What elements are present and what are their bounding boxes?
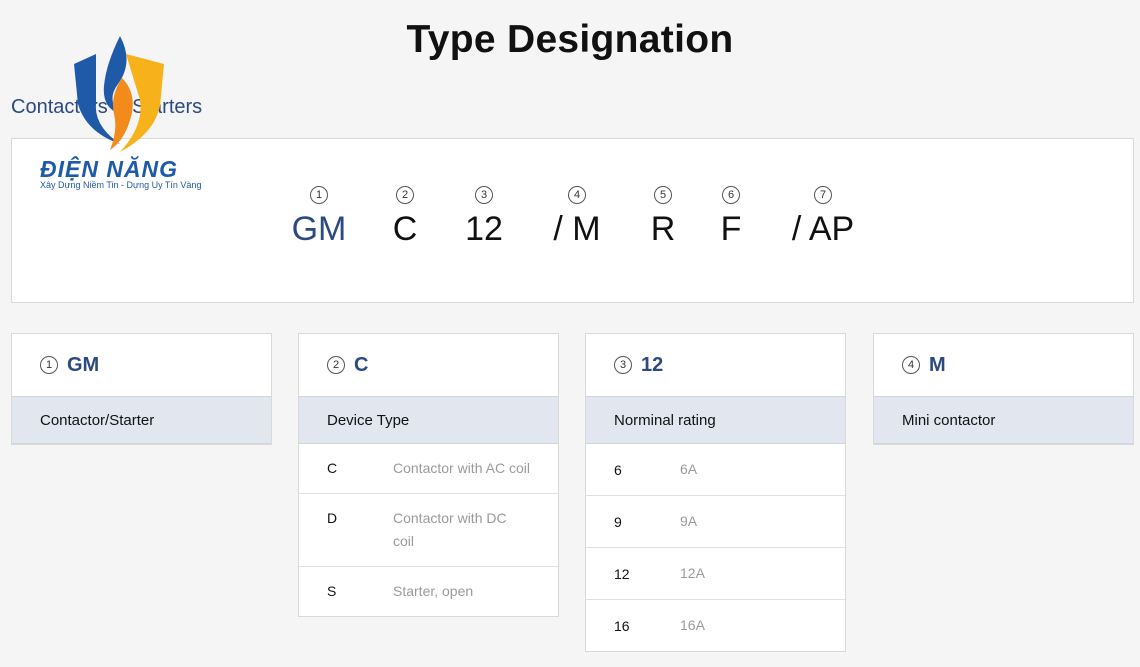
card-subtitle: Mini contactor [874, 396, 1133, 444]
card-header: 1 GM [12, 334, 271, 396]
row-value: Contactor with DC coil [393, 510, 507, 549]
card-m: 4 M Mini contactor [873, 333, 1134, 445]
row-value: Starter, open [393, 583, 474, 599]
row-key: 6 [614, 461, 622, 478]
card-subtitle: Contactor/Starter [12, 396, 271, 444]
dien-nang-logo: ĐIỆN NĂNG Xây Dựng Niềm Tin - Dựng Uy Tí… [36, 34, 206, 194]
segment-number: 1 [310, 186, 328, 204]
designation-segment-3: 3 12 [459, 185, 509, 249]
card-code: M [929, 353, 946, 376]
card-12: 3 12 Norminal rating 6 6A 9 9A 12 12A 16… [585, 333, 846, 652]
logo-brand: ĐIỆN NĂNG [40, 156, 179, 182]
card-code: GM [67, 353, 100, 376]
segment-code: R [650, 210, 676, 248]
table-row: 16 16A [586, 600, 845, 651]
card-subtitle: Device Type [299, 396, 558, 444]
row-key: S [327, 583, 337, 599]
segment-number: 7 [814, 186, 832, 204]
card-header: 4 M [874, 334, 1133, 396]
shield-flame-icon [74, 36, 164, 152]
row-value: 16A [680, 617, 705, 633]
row-value: 9A [680, 513, 698, 529]
designation-segment-7: 7 / AP [782, 185, 864, 249]
card-number: 2 [327, 356, 345, 374]
designation-segment-2: 2 C [384, 185, 426, 249]
card-header: 3 12 [586, 334, 845, 396]
card-number: 4 [902, 356, 920, 374]
row-key: 9 [614, 513, 622, 530]
designation-segment-4: 4 / M [544, 185, 610, 249]
segment-number: 4 [568, 186, 586, 204]
segment-code: F [720, 210, 742, 248]
card-c: 2 C Device Type C Contactor with AC coil… [298, 333, 559, 617]
row-key: D [327, 510, 338, 526]
card-number: 3 [614, 356, 632, 374]
segment-number: 6 [722, 186, 740, 204]
card-number: 1 [40, 356, 58, 374]
row-value: Contactor with AC coil [393, 460, 530, 476]
designation-segment-1: 1 GM [282, 185, 356, 249]
segment-number: 5 [654, 186, 672, 204]
row-key: C [327, 460, 338, 476]
table-row: D Contactor with DC coil [299, 494, 558, 567]
card-gm: 1 GM Contactor/Starter [11, 333, 272, 445]
segment-code: 12 [465, 210, 503, 248]
card-code: 12 [641, 353, 664, 376]
segment-number: 2 [396, 186, 414, 204]
designation-segment-5: 5 R [642, 185, 684, 249]
table-row: S Starter, open [299, 567, 558, 616]
segment-code: GM [291, 210, 347, 248]
row-value: 6A [680, 461, 698, 477]
logo-tagline: Xây Dựng Niềm Tin - Dựng Uy Tín Vàng [40, 180, 202, 190]
segment-code: C [392, 210, 418, 248]
segment-code: / M [553, 210, 601, 248]
card-header: 2 C [299, 334, 558, 396]
table-row: 9 9A [586, 496, 845, 548]
segment-code: / AP [791, 210, 855, 248]
designation-segment-6: 6 F [710, 185, 752, 249]
table-row: C Contactor with AC coil [299, 444, 558, 494]
table-row: 12 12A [586, 548, 845, 600]
card-subtitle: Norminal rating [586, 396, 845, 444]
segment-number: 3 [475, 186, 493, 204]
row-key: 16 [614, 617, 630, 634]
table-row: 6 6A [586, 444, 845, 496]
row-value: 12A [680, 565, 705, 581]
card-code: C [354, 353, 369, 376]
row-key: 12 [614, 565, 630, 582]
